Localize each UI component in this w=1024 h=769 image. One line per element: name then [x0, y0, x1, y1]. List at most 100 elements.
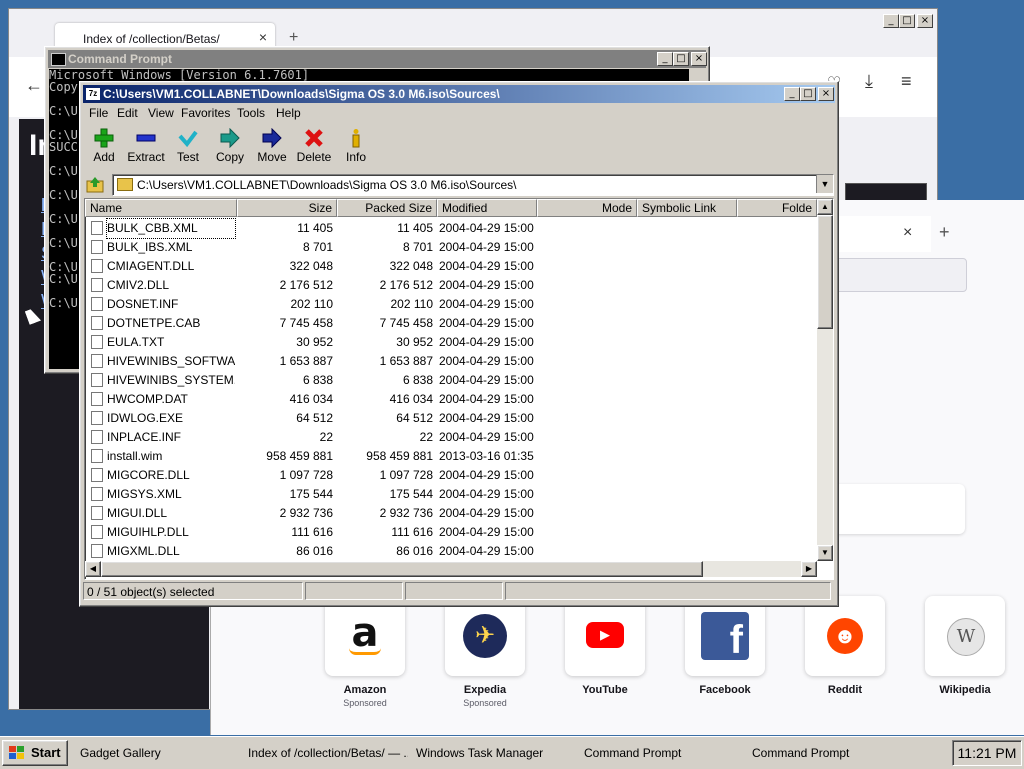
- table-row[interactable]: MIGXML.DLL 86 016 86 016 2004-04-29 15:00: [85, 542, 817, 561]
- table-row[interactable]: MIGUIHLP.DLL 111 616 111 616 2004-04-29 15:…: [85, 523, 817, 542]
- cell-size: 86 016: [296, 544, 333, 558]
- facebook-icon: f: [701, 612, 749, 660]
- table-row[interactable]: DOTNETPE.CAB 7 745 458 7 745 458 2004-04-29…: [85, 314, 817, 333]
- scroll-right-icon[interactable]: ▶: [801, 561, 817, 577]
- delete-button[interactable]: Delete: [292, 126, 336, 172]
- file-icon: [91, 411, 103, 425]
- window-title-bar[interactable]: 7z C:\Users\VM1.COLLABNET\Downloads\Sigm…: [83, 85, 835, 103]
- column-header-symbolic-link[interactable]: Symbolic Link: [637, 199, 737, 217]
- table-row[interactable]: IDWLOG.EXE 64 512 64 512 2004-04-29 15:00: [85, 409, 817, 428]
- menu-favorites[interactable]: Favorites: [181, 106, 230, 120]
- table-row[interactable]: HIVEWINIBS_SOFTWA... 1 653 887 1 653 887 20…: [85, 352, 817, 371]
- up-folder-icon[interactable]: [86, 176, 104, 194]
- close-icon[interactable]: ×: [691, 52, 707, 66]
- tab-close-icon[interactable]: ×: [903, 224, 912, 242]
- plus-icon: [94, 128, 114, 148]
- horizontal-scrollbar[interactable]: ◀ ▶: [85, 561, 817, 577]
- file-icon: [91, 335, 103, 349]
- table-row[interactable]: HIVEWINIBS_SYSTEM.... 6 838 6 838 2004-04-2…: [85, 371, 817, 390]
- taskbar-item-command-prompt[interactable]: Command Prompt: [584, 742, 744, 764]
- shortcut-amazon[interactable]: a: [325, 596, 405, 676]
- cell-modified: 2004-04-29 15:00: [439, 278, 534, 292]
- new-tab-icon[interactable]: +: [289, 29, 298, 47]
- cell-modified: 2004-04-29 15:00: [439, 297, 534, 311]
- menu-file[interactable]: File: [89, 106, 108, 120]
- table-row[interactable]: HWCOMP.DAT 416 034 416 034 2004-04-29 15:00: [85, 390, 817, 409]
- table-row[interactable]: DOSNET.INF 202 110 202 110 2004-04-29 15:00: [85, 295, 817, 314]
- menu-view[interactable]: View: [148, 106, 174, 120]
- cell-size: 175 544: [289, 487, 333, 501]
- taskbar-item-task-manager[interactable]: Windows Task Manager: [416, 742, 576, 764]
- address-bar[interactable]: C:\Users\VM1.COLLABNET\Downloads\Sigma O…: [112, 174, 834, 196]
- menu-edit[interactable]: Edit: [117, 106, 138, 120]
- column-header-modified[interactable]: Modified: [437, 199, 537, 217]
- menu-help[interactable]: Help: [276, 106, 301, 120]
- status-cell: [405, 582, 503, 600]
- add-button[interactable]: Add: [82, 126, 126, 172]
- expedia-icon: ✈: [463, 614, 507, 658]
- column-header-size[interactable]: Size: [237, 199, 337, 217]
- table-row[interactable]: MIGUI.DLL 2 932 736 2 932 736 2004-04-29 15…: [85, 504, 817, 523]
- column-header-name[interactable]: Name: [85, 199, 237, 217]
- file-icon: [91, 544, 103, 558]
- table-row[interactable]: EULA.TXT 30 952 30 952 2004-04-29 15:00: [85, 333, 817, 352]
- move-arrow-icon: [262, 128, 282, 148]
- info-button[interactable]: Info: [334, 126, 378, 172]
- table-row[interactable]: INPLACE.INF 22 22 2004-04-29 15:00: [85, 428, 817, 447]
- table-row[interactable]: BULK_IBS.XML 8 701 8 701 2004-04-29 15:00: [85, 238, 817, 257]
- minimize-icon[interactable]: _: [657, 52, 673, 66]
- cell-name: MIGSYS.XML: [107, 487, 182, 501]
- shortcut-youtube[interactable]: ▶: [565, 596, 645, 676]
- back-arrow-icon[interactable]: ←: [25, 75, 43, 96]
- taskbar-item-firefox[interactable]: Index of /collection/Betas/ — ...: [248, 742, 408, 764]
- maximize-icon[interactable]: □: [800, 87, 816, 101]
- shortcut-reddit[interactable]: ☻: [805, 596, 885, 676]
- extract-button[interactable]: Extract: [124, 126, 168, 172]
- table-row[interactable]: CMIAGENT.DLL 322 048 322 048 2004-04-29 15:…: [85, 257, 817, 276]
- vertical-scrollbar[interactable]: ▲ ▼: [817, 199, 833, 561]
- table-row[interactable]: install.wim 958 459 881 958 459 881 2013-03…: [85, 447, 817, 466]
- close-icon[interactable]: ×: [818, 87, 834, 101]
- test-label: Test: [176, 150, 199, 164]
- check-icon: [178, 130, 198, 148]
- menu-tools[interactable]: Tools: [237, 106, 265, 120]
- start-button[interactable]: Start: [2, 740, 68, 766]
- cell-name: EULA.TXT: [107, 335, 165, 349]
- close-icon[interactable]: ×: [917, 14, 933, 28]
- column-header-mode[interactable]: Mode: [537, 199, 637, 217]
- table-row[interactable]: MIGCORE.DLL 1 097 728 1 097 728 2004-04-29 …: [85, 466, 817, 485]
- shortcut-facebook[interactable]: f: [685, 596, 765, 676]
- column-header-packed-size[interactable]: Packed Size: [337, 199, 437, 217]
- download-icon[interactable]: ⤓: [865, 71, 873, 92]
- cell-size: 1 097 728: [279, 468, 333, 482]
- shortcut-wikipedia[interactable]: W: [925, 596, 1005, 676]
- table-row[interactable]: CMIV2.DLL 2 176 512 2 176 512 2004-04-29 15…: [85, 276, 817, 295]
- tab-close-icon[interactable]: ×: [259, 29, 267, 45]
- minimize-icon[interactable]: _: [883, 14, 899, 28]
- move-button[interactable]: Move: [250, 126, 294, 172]
- new-tab-icon[interactable]: +: [939, 222, 950, 243]
- taskbar-item-command-prompt[interactable]: Command Prompt: [752, 742, 912, 764]
- file-icon: [91, 487, 103, 501]
- chevron-down-icon[interactable]: ▼: [816, 175, 833, 193]
- scroll-thumb[interactable]: [817, 215, 833, 329]
- shortcut-expedia[interactable]: ✈: [445, 596, 525, 676]
- scroll-left-icon[interactable]: ◀: [85, 561, 101, 577]
- minimize-icon[interactable]: _: [784, 87, 800, 101]
- taskbar-item-gadget-gallery[interactable]: Gadget Gallery: [80, 742, 230, 764]
- scroll-down-icon[interactable]: ▼: [817, 545, 833, 561]
- maximize-icon[interactable]: □: [899, 14, 915, 28]
- test-button[interactable]: Test: [166, 126, 210, 172]
- scroll-up-icon[interactable]: ▲: [817, 199, 833, 215]
- scroll-thumb-horizontal[interactable]: [101, 561, 703, 577]
- menu-icon[interactable]: ≡: [901, 71, 912, 92]
- table-row[interactable]: BULK_CBB.XML 11 405 11 405 2004-04-29 15:00: [85, 218, 817, 239]
- menu-bar: File Edit View Favorites Tools Help: [83, 104, 835, 122]
- table-row[interactable]: MIGSYS.XML 175 544 175 544 2004-04-29 15:00: [85, 485, 817, 504]
- copy-button[interactable]: Copy: [208, 126, 252, 172]
- column-header-folders[interactable]: Folde: [737, 199, 817, 217]
- cell-packed-size: 11 405: [397, 221, 433, 235]
- search-input[interactable]: [831, 258, 967, 292]
- maximize-icon[interactable]: □: [673, 52, 689, 66]
- window-title-bar[interactable]: Command Prompt: [48, 50, 706, 68]
